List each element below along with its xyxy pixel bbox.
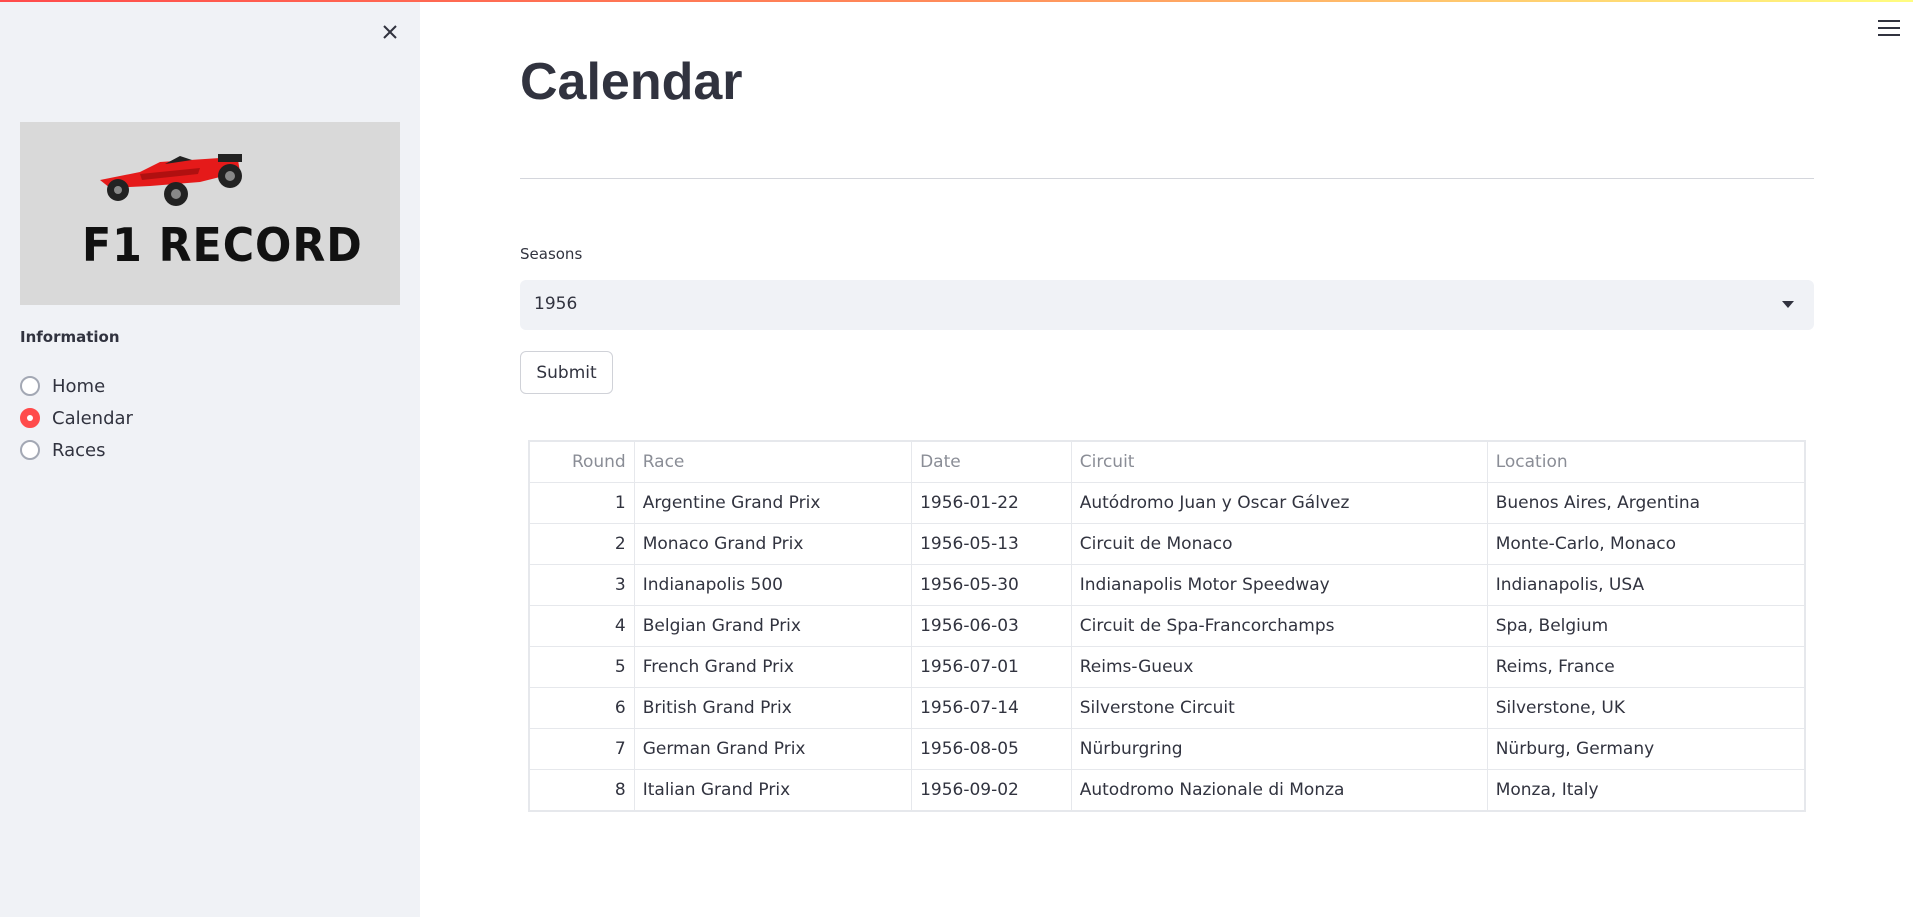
- cell-circuit: Indianapolis Motor Speedway: [1070, 564, 1488, 606]
- column-header-round[interactable]: Round: [529, 441, 635, 483]
- cell-round: 8: [529, 769, 635, 811]
- divider: [520, 178, 1814, 179]
- table-row: 1 Argentine Grand Prix 1956-01-22 Autódr…: [529, 482, 1806, 524]
- hamburger-menu-icon[interactable]: [1878, 20, 1900, 42]
- nav-radio-home[interactable]: Home: [20, 370, 133, 402]
- race-car-icon: [100, 154, 242, 206]
- cell-date: 1956-07-14: [911, 687, 1072, 729]
- page-title: Calendar: [520, 53, 743, 111]
- column-header-race[interactable]: Race: [633, 441, 913, 483]
- logo-text: F1 RECORD: [82, 218, 363, 272]
- sidebar: F1 RECORD Information Home Calendar Race…: [0, 0, 420, 917]
- seasons-label: Seasons: [520, 245, 583, 263]
- calendar-table: Round Race Date Circuit Location 1 Argen…: [528, 440, 1806, 812]
- cell-circuit: Silverstone Circuit: [1070, 687, 1488, 729]
- column-header-location[interactable]: Location: [1486, 441, 1806, 483]
- cell-race: Argentine Grand Prix: [633, 482, 913, 524]
- cell-round: 3: [529, 564, 635, 606]
- cell-circuit: Circuit de Monaco: [1070, 523, 1488, 565]
- close-sidebar-button[interactable]: [376, 18, 404, 46]
- cell-race: Italian Grand Prix: [633, 769, 913, 811]
- cell-circuit: Reims-Gueux: [1070, 646, 1488, 688]
- nav-radio-label: Calendar: [52, 407, 133, 429]
- nav-radio-calendar[interactable]: Calendar: [20, 402, 133, 434]
- nav-radio-label: Home: [52, 375, 106, 397]
- cell-race: Indianapolis 500: [633, 564, 913, 606]
- column-header-date[interactable]: Date: [911, 441, 1072, 483]
- cell-date: 1956-05-13: [911, 523, 1072, 565]
- cell-date: 1956-08-05: [911, 728, 1072, 770]
- cell-circuit: Autódromo Juan y Oscar Gálvez: [1070, 482, 1488, 524]
- column-header-circuit[interactable]: Circuit: [1070, 441, 1488, 483]
- cell-round: 6: [529, 687, 635, 729]
- seasons-select-value: 1956: [534, 294, 578, 314]
- close-icon: [383, 25, 397, 39]
- table-row: 5 French Grand Prix 1956-07-01 Reims-Gue…: [529, 646, 1806, 688]
- cell-circuit: Autodromo Nazionale di Monza: [1070, 769, 1488, 811]
- cell-round: 2: [529, 523, 635, 565]
- nav-radio-label: Races: [52, 439, 106, 461]
- table-row: 4 Belgian Grand Prix 1956-06-03 Circuit …: [529, 605, 1806, 647]
- table-row: 3 Indianapolis 500 1956-05-30 Indianapol…: [529, 564, 1806, 606]
- cell-round: 1: [529, 482, 635, 524]
- cell-location: Monte-Carlo, Monaco: [1486, 523, 1806, 565]
- chevron-down-icon: [1782, 301, 1794, 308]
- table-row: 8 Italian Grand Prix 1956-09-02 Autodrom…: [529, 769, 1806, 811]
- table-row: 7 German Grand Prix 1956-08-05 Nürburgri…: [529, 728, 1806, 770]
- seasons-select[interactable]: 1956: [520, 280, 1814, 330]
- cell-round: 4: [529, 605, 635, 647]
- table-header-row: Round Race Date Circuit Location: [529, 441, 1806, 483]
- table-row: 6 British Grand Prix 1956-07-14 Silverst…: [529, 687, 1806, 729]
- cell-location: Monza, Italy: [1486, 769, 1806, 811]
- cell-location: Indianapolis, USA: [1486, 564, 1806, 606]
- logo: F1 RECORD: [20, 122, 400, 305]
- cell-location: Silverstone, UK: [1486, 687, 1806, 729]
- table-row: 2 Monaco Grand Prix 1956-05-13 Circuit d…: [529, 523, 1806, 565]
- cell-location: Reims, France: [1486, 646, 1806, 688]
- nav-radio-races[interactable]: Races: [20, 434, 133, 466]
- cell-location: Spa, Belgium: [1486, 605, 1806, 647]
- cell-location: Nürburg, Germany: [1486, 728, 1806, 770]
- cell-race: British Grand Prix: [633, 687, 913, 729]
- cell-circuit: Nürburgring: [1070, 728, 1488, 770]
- cell-date: 1956-07-01: [911, 646, 1072, 688]
- cell-date: 1956-09-02: [911, 769, 1072, 811]
- navigation-title: Information: [20, 328, 120, 346]
- cell-race: Belgian Grand Prix: [633, 605, 913, 647]
- top-decoration-bar: [0, 0, 1913, 2]
- cell-date: 1956-05-30: [911, 564, 1072, 606]
- cell-race: Monaco Grand Prix: [633, 523, 913, 565]
- radio-button[interactable]: [20, 440, 40, 460]
- cell-circuit: Circuit de Spa-Francorchamps: [1070, 605, 1488, 647]
- radio-button-selected[interactable]: [20, 408, 40, 428]
- cell-race: French Grand Prix: [633, 646, 913, 688]
- cell-race: German Grand Prix: [633, 728, 913, 770]
- submit-button[interactable]: Submit: [520, 351, 613, 394]
- cell-date: 1956-01-22: [911, 482, 1072, 524]
- cell-round: 7: [529, 728, 635, 770]
- cell-date: 1956-06-03: [911, 605, 1072, 647]
- navigation-radio-group: Home Calendar Races: [20, 370, 133, 466]
- radio-button[interactable]: [20, 376, 40, 396]
- cell-round: 5: [529, 646, 635, 688]
- cell-location: Buenos Aires, Argentina: [1486, 482, 1806, 524]
